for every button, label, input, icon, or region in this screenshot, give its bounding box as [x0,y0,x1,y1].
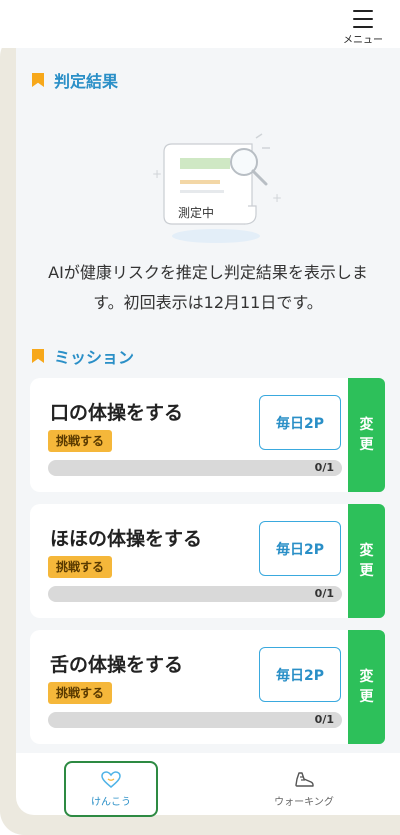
nav-item-kenkou[interactable]: けんこう [64,761,158,817]
svg-text:+: + [152,167,162,181]
progress-count: 0/1 [314,587,334,600]
nav-item-walking[interactable]: ウォーキング [244,761,364,817]
change-label-char: 更 [359,563,374,579]
missions-title: ミッション [54,348,135,367]
progress-count: 0/1 [314,461,334,474]
mission-card[interactable]: ほほの体操をする 挑戦する 0/1 毎日2P 変 更 [30,504,385,618]
mission-card[interactable]: 舌の体操をする 挑戦する 0/1 毎日2P 変 更 [30,630,385,744]
mission-title: 口の体操をする [50,402,184,424]
change-label-char: 更 [359,689,374,705]
mission-title: 舌の体操をする [50,654,184,676]
change-label-char: 更 [359,437,374,453]
progress-count: 0/1 [314,713,334,726]
daily-points-badge: 毎日2P [259,395,341,450]
svg-text:+: + [272,191,282,205]
main-content: 判定結果 + + 測定中 AIが健康リスクを推定し判定結果を表示しま す。初回表… [16,48,400,753]
change-label-char: 変 [359,669,374,685]
mission-progress-bar: 0/1 [48,712,342,728]
change-label-char: 変 [359,543,374,559]
description-line-2: す。初回表示は12月11日です。 [93,293,323,312]
challenge-badge[interactable]: 挑戦する [48,682,113,704]
mission-card[interactable]: 口の体操をする 挑戦する 0/1 毎日2P 変 更 [30,378,385,492]
change-mission-button[interactable]: 変 更 [348,378,385,492]
mission-progress-bar: 0/1 [48,460,342,476]
change-mission-button[interactable]: 変 更 [348,630,385,744]
judgement-header: 判定結果 [32,68,118,92]
daily-points-badge: 毎日2P [259,647,341,702]
measuring-illustration: + + 測定中 [144,130,294,250]
bookmark-icon [32,73,44,87]
nav-label: けんこう [91,796,131,808]
nav-label: ウォーキング [274,796,334,808]
shoe-icon [295,771,314,787]
daily-points-badge: 毎日2P [259,521,341,576]
hamburger-icon [353,10,373,28]
top-bar: メニュー [0,0,400,48]
judgement-description: AIが健康リスクを推定し判定結果を表示しま す。初回表示は12月11日です。 [16,258,400,318]
bottom-navigation: けんこう ウォーキング [16,753,400,817]
description-line-1: AIが健康リスクを推定し判定結果を表示しま [48,263,368,282]
judgement-title: 判定結果 [54,72,119,91]
challenge-badge[interactable]: 挑戦する [48,430,113,452]
change-label-char: 変 [359,417,374,433]
change-mission-button[interactable]: 変 更 [348,504,385,618]
bookmark-icon [32,349,44,363]
mission-title: ほほの体操をする [50,528,203,550]
menu-label: メニュー [343,35,383,46]
missions-header: ミッション [32,344,134,368]
menu-button[interactable]: メニュー [338,6,388,46]
challenge-badge[interactable]: 挑戦する [48,556,113,578]
heart-icon [101,770,121,788]
measuring-status: 測定中 [178,206,215,220]
mission-progress-bar: 0/1 [48,586,342,602]
